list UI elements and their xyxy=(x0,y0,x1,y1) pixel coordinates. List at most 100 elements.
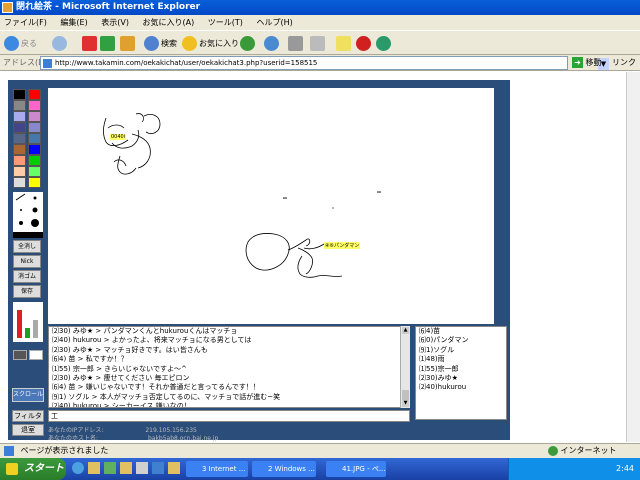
user-list-item: ⑹4)苗 xyxy=(419,327,441,335)
messenger-icon xyxy=(376,36,391,51)
color-swatch[interactable] xyxy=(13,111,26,122)
oekaki-chat-app: 全消し Nick 消ゴム 保存 スクロール 0040i ④⑥パンダマン ⑵30)… xyxy=(8,80,510,442)
window-title: 閉れ絵茶 - Microsoft Internet Explorer xyxy=(16,2,201,12)
exit-button[interactable]: 退室 xyxy=(12,424,44,436)
color-swatch[interactable] xyxy=(28,133,41,144)
color-swatch[interactable] xyxy=(28,155,41,166)
nick-button[interactable]: Nick xyxy=(13,255,41,268)
user-list-item: ⑹0)パンダマン xyxy=(419,336,469,345)
page-icon xyxy=(4,445,14,456)
app-icon[interactable] xyxy=(136,462,148,474)
toolbar: 戻る 検索 お気に入り xyxy=(0,30,640,55)
chat-scrollbar[interactable]: ▲ ▼ xyxy=(400,326,410,408)
clock: 2:44 xyxy=(616,464,634,473)
page-icon xyxy=(43,59,52,68)
green-slider[interactable] xyxy=(25,328,30,338)
scroll-toggle[interactable]: スクロール xyxy=(12,388,44,402)
go-arrow-icon: ➜ xyxy=(572,57,583,68)
user-list-item: ⑴55)宗一郎 xyxy=(419,364,459,373)
links-button[interactable]: リンク xyxy=(612,57,636,68)
discuss-button[interactable] xyxy=(336,35,353,52)
color-swatch[interactable] xyxy=(13,144,26,155)
title-bar: 閉れ絵茶 - Microsoft Internet Explorer xyxy=(0,0,640,15)
mail-icon[interactable] xyxy=(29,350,43,360)
edit-button[interactable] xyxy=(310,35,327,52)
rgb-slider-panel[interactable] xyxy=(13,302,43,342)
drawing-canvas[interactable]: 0040i ④⑥パンダマン xyxy=(48,88,494,324)
menu-tools[interactable]: ツール(T) xyxy=(208,18,243,27)
messenger-button[interactable] xyxy=(376,35,393,52)
drawing-strokes xyxy=(102,113,381,278)
menu-file[interactable]: ファイル(F) xyxy=(4,18,47,27)
color-swatch[interactable] xyxy=(28,100,41,111)
menu-view[interactable]: 表示(V) xyxy=(101,18,129,27)
color-swatch[interactable] xyxy=(13,166,26,177)
color-swatch[interactable] xyxy=(28,144,41,155)
refresh-button[interactable] xyxy=(100,35,117,52)
color-swatch[interactable] xyxy=(13,155,26,166)
scroll-down-icon[interactable]: ▼ xyxy=(402,400,409,407)
clear-button[interactable]: 全消し xyxy=(13,240,41,253)
color-swatch[interactable] xyxy=(28,166,41,177)
pen-sizes-icon xyxy=(15,193,39,227)
chat-input[interactable]: 工 xyxy=(48,410,410,422)
red-slider[interactable] xyxy=(17,310,22,338)
menu-help[interactable]: ヘルプ(H) xyxy=(256,18,292,27)
app-icon[interactable] xyxy=(152,462,164,474)
folder-icon[interactable] xyxy=(120,462,132,474)
color-swatch[interactable] xyxy=(28,177,41,188)
address-input[interactable]: http://www.takamin.com/oekakichat/user/o… xyxy=(40,56,609,70)
color-swatch[interactable] xyxy=(28,89,41,100)
folder-icon[interactable] xyxy=(88,462,100,474)
search-button[interactable]: 検索 xyxy=(144,35,177,52)
back-arrow-icon xyxy=(4,36,19,51)
user-list-item: ⑵40)hukurou xyxy=(419,383,467,392)
ie-icon[interactable] xyxy=(72,462,84,474)
color-swatch[interactable] xyxy=(28,122,41,133)
note-icon xyxy=(336,36,351,51)
scroll-thumb[interactable] xyxy=(402,390,409,400)
task-internet[interactable]: 3 Internet ... xyxy=(186,461,248,477)
home-button[interactable] xyxy=(120,35,137,52)
globe-icon xyxy=(548,445,558,456)
quick-launch xyxy=(72,462,182,476)
stop-button[interactable] xyxy=(82,35,99,52)
color-swatch[interactable] xyxy=(13,100,26,111)
page-scrollbar[interactable] xyxy=(626,72,640,442)
print-button[interactable] xyxy=(288,35,305,52)
ie-icon xyxy=(2,2,13,13)
color-swatch[interactable] xyxy=(13,89,26,100)
filter-button[interactable]: フィルタ xyxy=(12,410,44,422)
extension-icon xyxy=(356,36,371,51)
stroke-preview xyxy=(13,232,43,238)
folder-icon[interactable] xyxy=(168,462,180,474)
extension-button[interactable] xyxy=(356,35,373,52)
color-swatch[interactable] xyxy=(13,122,26,133)
canvas-user-label: ④⑥パンダマン xyxy=(324,242,361,249)
go-button[interactable]: ➜ 移動 xyxy=(572,57,602,68)
media-button[interactable] xyxy=(240,35,257,52)
color-swatch[interactable] xyxy=(13,177,26,188)
forward-button[interactable] xyxy=(52,35,69,52)
app-icon[interactable] xyxy=(104,462,116,474)
color-swatch[interactable] xyxy=(13,133,26,144)
menu-favorites[interactable]: お気に入り(A) xyxy=(143,18,195,27)
pen-size-selector[interactable] xyxy=(13,192,43,232)
mail-button[interactable] xyxy=(264,35,281,52)
task-windows[interactable]: 2 Windows ... xyxy=(252,461,316,477)
color-swatch[interactable] xyxy=(28,111,41,122)
menu-edit[interactable]: 編集(E) xyxy=(60,18,87,27)
address-bar: アドレス(D) http://www.takamin.com/oekakicha… xyxy=(0,55,640,71)
task-paint[interactable]: 41.JPG - ペ... xyxy=(326,461,386,477)
start-button[interactable]: スタート xyxy=(0,458,66,480)
scroll-up-icon[interactable]: ▲ xyxy=(402,327,409,334)
save-button[interactable]: 保存 xyxy=(13,285,41,298)
system-tray: 2:44 xyxy=(508,458,640,480)
canvas-user-label: 0040i xyxy=(110,134,127,140)
blue-slider[interactable] xyxy=(33,320,38,338)
back-button[interactable]: 戻る xyxy=(4,35,37,52)
chat-message: ⑴55) 宗一郎 > きらいじゃないですよ〜^ xyxy=(52,364,187,373)
favorites-button[interactable]: お気に入り xyxy=(182,35,239,52)
eraser-button[interactable]: 消ゴム xyxy=(13,270,41,283)
windows-logo-icon xyxy=(6,463,18,475)
